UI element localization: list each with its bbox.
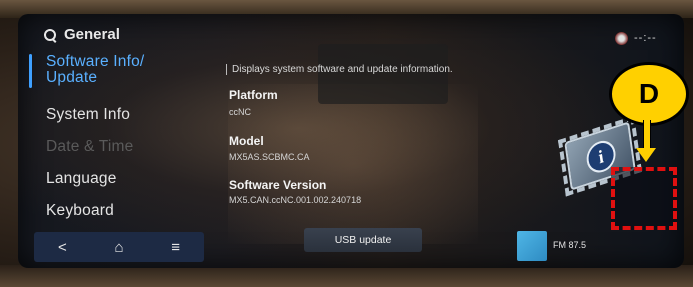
- description-text: Displays system software and update info…: [232, 64, 453, 76]
- usb-update-button[interactable]: USB update: [304, 228, 422, 252]
- sidebar-item-label: System Info: [46, 106, 131, 123]
- sidebar-item-system-info[interactable]: System Info: [46, 106, 130, 124]
- menu-button[interactable]: ≡: [161, 239, 191, 256]
- software-version-label: Software Version: [229, 178, 327, 192]
- callout-label: D: [609, 62, 689, 126]
- panel-description: Displays system software and update info…: [226, 64, 453, 75]
- home-button[interactable]: ⌂: [104, 239, 134, 256]
- status-clock: --:--: [634, 32, 657, 44]
- model-value: MX5AS.SCBMC.CA: [229, 152, 310, 162]
- sidebar-item-label: Keyboard: [46, 202, 114, 219]
- infotainment-screen: General Software Info/ Update System Inf…: [18, 14, 684, 268]
- radio-station-thumbnail[interactable]: [517, 231, 547, 261]
- sidebar-item-label: Software Info/: [46, 53, 145, 70]
- bottom-nav-bar: < ⌂ ≡: [34, 232, 204, 262]
- settings-title: General: [64, 26, 120, 43]
- search-icon[interactable]: [44, 28, 56, 41]
- radio-station-label[interactable]: FM 87.5: [553, 240, 586, 250]
- highlight-box: [611, 167, 677, 230]
- bezel-bottom-edge: [0, 265, 693, 287]
- settings-sidebar: General Software Info/ Update System Inf…: [18, 14, 204, 268]
- sidebar-item-keyboard[interactable]: Keyboard: [46, 202, 114, 220]
- sidebar-item-date-time: Date & Time: [46, 138, 133, 156]
- settings-header[interactable]: General: [44, 26, 120, 43]
- callout-arrow-icon: [636, 148, 656, 162]
- description-divider: [226, 64, 227, 75]
- connectivity-status-icon: [615, 32, 628, 45]
- sidebar-item-software-info[interactable]: Software Info/ Update: [46, 54, 144, 86]
- sidebar-item-label: Language: [46, 170, 117, 187]
- sidebar-item-label-line2: Update: [46, 69, 98, 86]
- model-label: Model: [229, 134, 264, 148]
- callout-letter: D: [638, 78, 660, 109]
- active-indicator: [29, 54, 32, 88]
- sidebar-item-language[interactable]: Language: [46, 170, 117, 188]
- callout-arrow-shaft: [643, 120, 651, 150]
- platform-value: ccNC: [229, 107, 251, 117]
- sidebar-item-label: Date & Time: [46, 138, 134, 155]
- platform-label: Platform: [229, 88, 278, 102]
- software-version-value: MX5.CAN.ccNC.001.002.240718: [229, 195, 362, 205]
- back-button[interactable]: <: [47, 239, 77, 256]
